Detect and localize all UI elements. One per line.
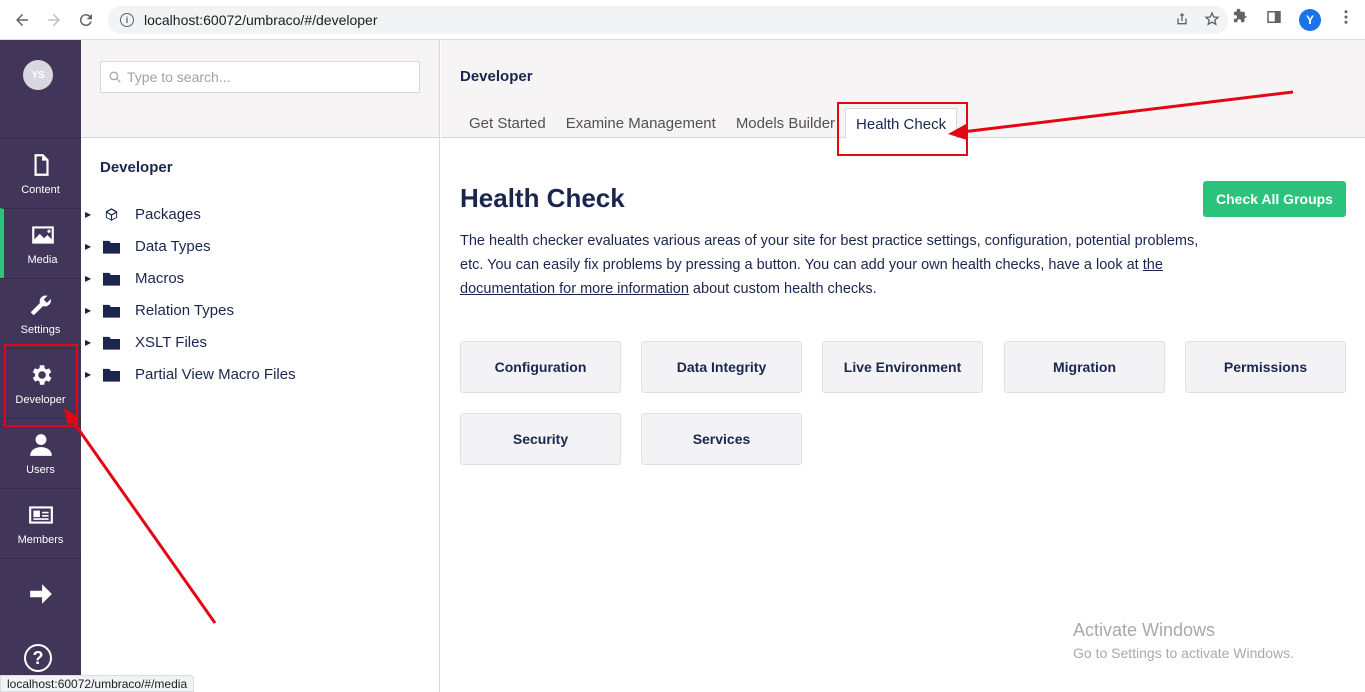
site-info-icon[interactable]: i — [120, 13, 134, 27]
tree-item-label: Macros — [135, 269, 185, 287]
caret-right-icon[interactable]: ▶ — [85, 242, 95, 251]
editor-title: Developer — [460, 68, 533, 85]
group-live-environment-button[interactable]: Live Environment — [822, 341, 983, 393]
section-members[interactable]: Members — [0, 488, 81, 558]
section-label: Media — [27, 254, 58, 266]
section-label: Content — [21, 184, 60, 196]
group-permissions-button[interactable]: Permissions — [1185, 341, 1346, 393]
share-icon[interactable] — [1174, 11, 1190, 32]
section-label: Settings — [20, 324, 61, 336]
section-label: Members — [17, 534, 64, 546]
caret-right-icon[interactable]: ▶ — [85, 370, 95, 379]
description-text-end: about custom health checks. — [688, 281, 877, 297]
folder-icon — [103, 302, 121, 318]
tree-panel: Developer ▶ Packages ▶ Data Types ▶ Macr… — [81, 40, 440, 692]
tab-get-started[interactable]: Get Started — [459, 108, 556, 138]
caret-right-icon[interactable]: ▶ — [85, 210, 95, 219]
status-bar-url: localhost:60072/umbraco/#/media — [0, 675, 195, 692]
tree-item-xslt-files[interactable]: ▶ XSLT Files — [85, 331, 207, 353]
caret-right-icon[interactable]: ▶ — [85, 274, 95, 283]
section-label: Developer — [15, 394, 66, 406]
tree-item-data-types[interactable]: ▶ Data Types — [85, 235, 211, 257]
folder-icon — [103, 366, 121, 382]
section-label: Users — [26, 464, 55, 476]
tree-item-macros[interactable]: ▶ Macros — [85, 267, 184, 289]
tab-models-builder[interactable]: Models Builder — [726, 108, 845, 138]
tree-item-label: Partial View Macro Files — [135, 365, 296, 383]
wrench-icon — [27, 291, 55, 319]
bookmark-star-icon[interactable] — [1204, 11, 1220, 32]
group-security-button[interactable]: Security — [460, 413, 621, 465]
editor-header: Developer Get Started Examine Management… — [441, 40, 1365, 139]
help-icon[interactable]: ? — [24, 644, 52, 672]
health-check-description: The health checker evaluates various are… — [460, 229, 1205, 301]
tree-item-label: Relation Types — [135, 301, 234, 319]
section-media[interactable]: Media — [0, 208, 81, 278]
tab-examine-management[interactable]: Examine Management — [556, 108, 726, 138]
gear-icon — [27, 361, 55, 389]
forward-icon[interactable] — [42, 8, 66, 32]
address-url: localhost:60072/umbraco/#/developer — [144, 12, 378, 28]
tree-item-partial-view-macro-files[interactable]: ▶ Partial View Macro Files — [85, 363, 296, 385]
group-data-integrity-button[interactable]: Data Integrity — [641, 341, 802, 393]
side-panel-icon[interactable] — [1265, 8, 1283, 31]
description-text: The health checker evaluates various are… — [460, 233, 1199, 273]
caret-right-icon[interactable]: ▶ — [85, 338, 95, 347]
tree-item-packages[interactable]: ▶ Packages — [85, 203, 201, 225]
section-settings[interactable]: Settings — [0, 278, 81, 348]
address-bar[interactable]: i localhost:60072/umbraco/#/developer — [108, 6, 1228, 34]
folder-icon — [103, 270, 121, 286]
tree-item-label: Data Types — [135, 237, 211, 255]
package-icon — [103, 206, 121, 222]
user-avatar[interactable]: YS — [23, 60, 53, 90]
arrow-right-icon — [27, 580, 55, 608]
search-icon — [109, 71, 121, 83]
id-card-icon — [27, 501, 55, 529]
group-services-button[interactable]: Services — [641, 413, 802, 465]
caret-right-icon[interactable]: ▶ — [85, 306, 95, 315]
check-all-groups-button[interactable]: Check All Groups — [1203, 181, 1346, 217]
section-bar: YS Content Media Settings Developer User… — [0, 40, 81, 692]
browser-menu-icon[interactable] — [1337, 8, 1355, 31]
folder-icon — [103, 238, 121, 254]
tree-item-relation-types[interactable]: ▶ Relation Types — [85, 299, 234, 321]
watermark-line-1: Activate Windows — [1073, 620, 1216, 640]
tree-title: Developer — [100, 159, 173, 176]
watermark-line-2: Go to Settings to activate Windows. — [1073, 645, 1294, 661]
reload-icon[interactable] — [74, 8, 98, 32]
page-title: Health Check — [460, 183, 625, 213]
tree-header — [81, 40, 439, 138]
expand-sections-button[interactable] — [0, 558, 81, 628]
back-icon[interactable] — [10, 8, 34, 32]
search-input[interactable] — [127, 69, 407, 85]
section-content[interactable]: Content — [0, 138, 81, 208]
tab-health-check[interactable]: Health Check — [845, 108, 958, 139]
profile-avatar[interactable]: Y — [1299, 8, 1321, 31]
section-users[interactable]: Users — [0, 418, 81, 488]
tree-item-label: XSLT Files — [135, 333, 207, 351]
windows-activation-watermark: Activate Windows Go to Settings to activ… — [1073, 620, 1294, 661]
document-icon — [27, 151, 55, 179]
tree-search[interactable] — [100, 61, 420, 93]
extensions-puzzle-icon[interactable] — [1231, 8, 1249, 31]
section-developer[interactable]: Developer — [0, 348, 81, 418]
group-configuration-button[interactable]: Configuration — [460, 341, 621, 393]
tree-item-label: Packages — [135, 205, 201, 223]
browser-toolbar: i localhost:60072/umbraco/#/developer Y — [0, 0, 1365, 40]
user-icon — [27, 431, 55, 459]
tab-bar: Get Started Examine Management Models Bu… — [459, 108, 958, 139]
folder-icon — [103, 334, 121, 350]
group-migration-button[interactable]: Migration — [1004, 341, 1165, 393]
image-icon — [29, 221, 57, 249]
